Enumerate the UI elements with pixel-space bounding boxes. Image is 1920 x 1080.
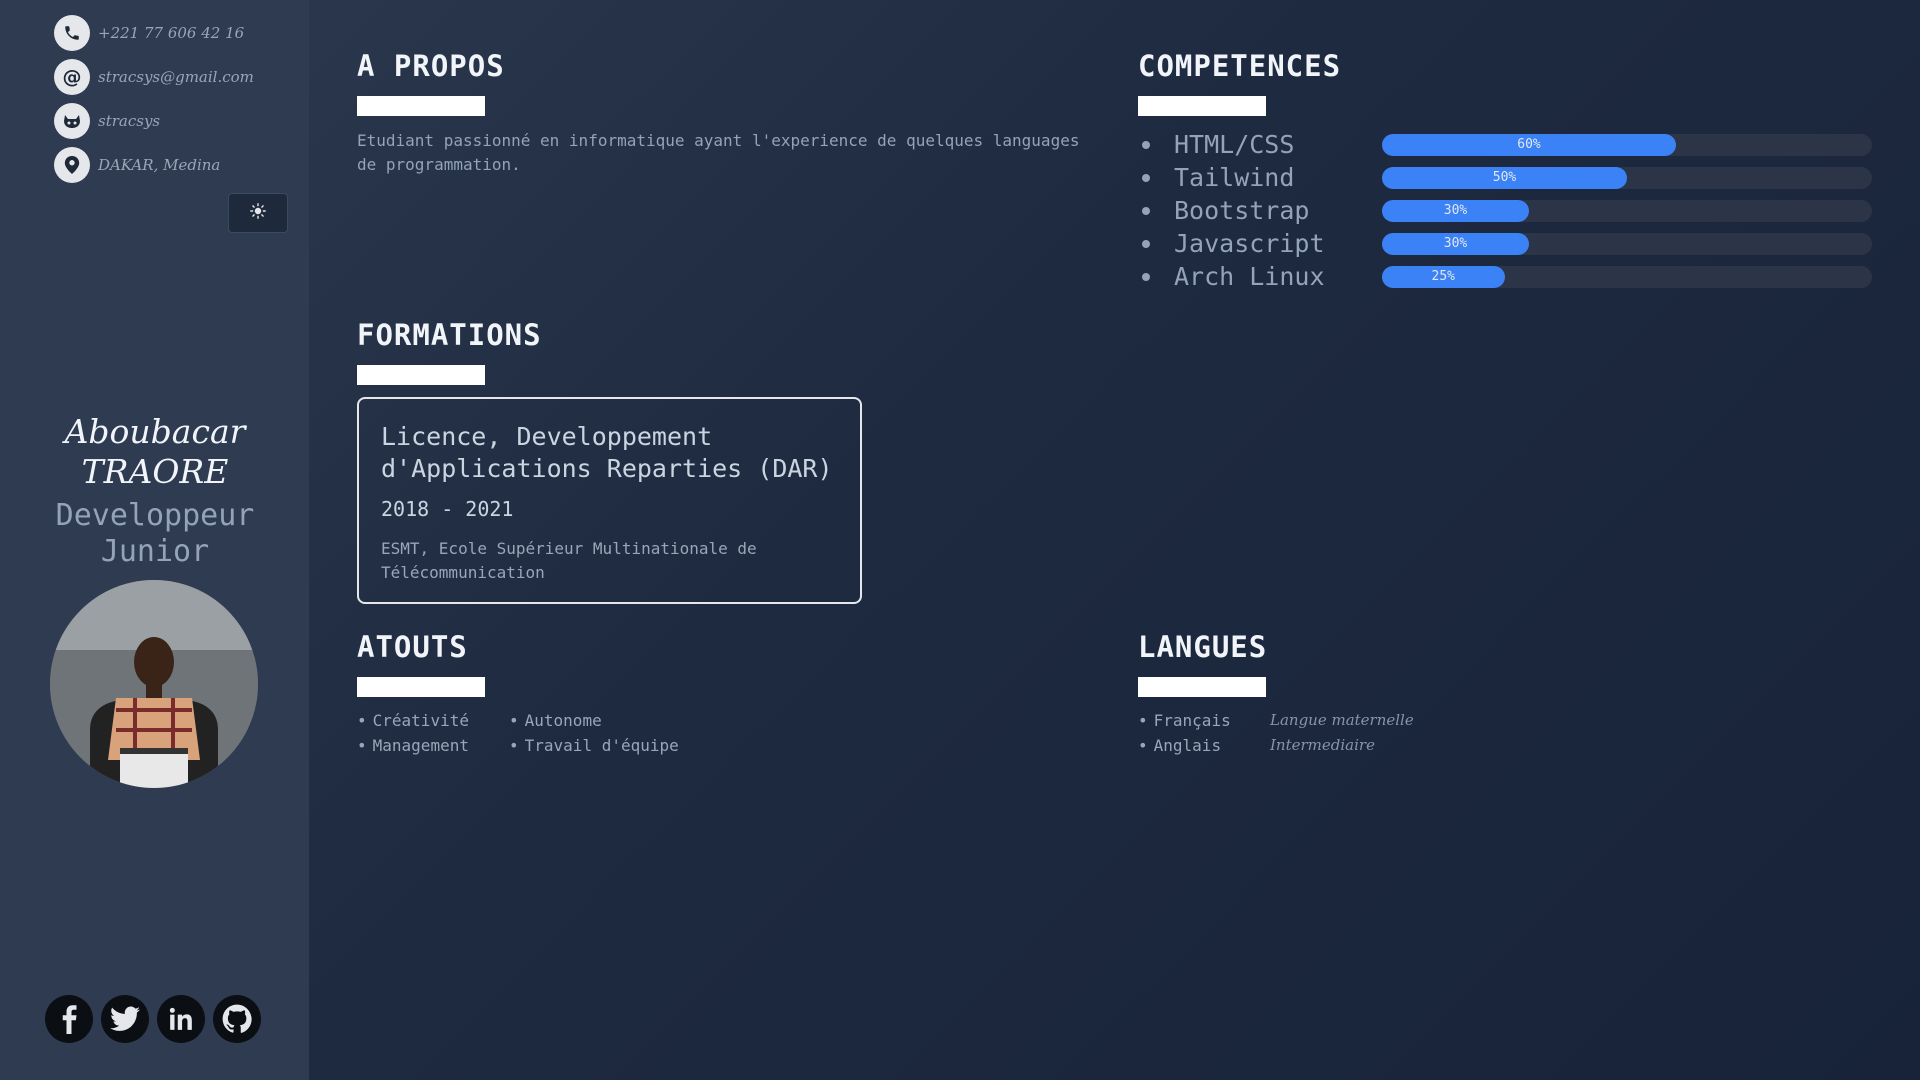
skill-name: Javascript [1174, 229, 1325, 258]
skill-progress-fill: 50% [1382, 166, 1627, 189]
bullet-icon [1142, 272, 1150, 281]
about-title: A PROPOS [357, 49, 505, 83]
langues-title-underline [1138, 677, 1266, 697]
location-text: DAKAR, Medina [98, 156, 221, 174]
list-item: Autonome [509, 708, 679, 733]
skill-row: Tailwind 50% [1138, 161, 1873, 194]
skill-name: Tailwind [1174, 163, 1295, 192]
about-title-underline [357, 96, 485, 116]
skill-progress-fill: 25% [1382, 265, 1505, 288]
at-icon: @ [54, 59, 90, 95]
formation-card: Licence, Developpement d'Applications Re… [357, 397, 862, 604]
language-level: Intermediaire [1270, 736, 1375, 754]
skill-name: Bootstrap [1174, 196, 1310, 225]
formations-title-underline [357, 365, 485, 385]
atouts-title: ATOUTS [357, 630, 468, 664]
skill-row: Javascript 30% [1138, 227, 1873, 260]
formation-degree: Licence, Developpement d'Applications Re… [381, 422, 833, 483]
location-pin-icon [54, 147, 90, 183]
language-name: Français [1138, 708, 1231, 733]
role-line2: Junior [100, 534, 210, 569]
phone-text: +221 77 606 42 16 [98, 24, 245, 42]
skill-name: HTML/CSS [1174, 130, 1295, 159]
bullet-icon [1142, 173, 1150, 182]
profile-role: Developpeur Junior [20, 498, 290, 570]
skill-progress-track: 25% [1382, 265, 1872, 288]
sun-icon [250, 203, 266, 223]
skill-row: Bootstrap 30% [1138, 194, 1873, 227]
theme-toggle-button[interactable] [228, 193, 288, 233]
skills-list: HTML/CSS 60% Tailwind 50% Bootstrap 30% Javasc… [1138, 128, 1873, 293]
skill-progress-track: 30% [1382, 232, 1872, 255]
bullet-icon [1142, 206, 1150, 215]
skill-progress-track: 50% [1382, 166, 1872, 189]
phone-icon [54, 15, 90, 51]
profile-name: Aboubacar TRAORE [20, 412, 290, 492]
avatar [50, 580, 258, 788]
atouts-title-underline [357, 677, 485, 697]
github-text: stracsys [98, 112, 161, 130]
github-icon[interactable] [213, 995, 261, 1043]
skill-row: HTML/CSS 60% [1138, 128, 1873, 161]
avatar-photo [50, 580, 258, 788]
list-item: Travail d'équipe [509, 733, 679, 758]
competences-title-underline [1138, 96, 1266, 116]
skill-row: Arch Linux 25% [1138, 260, 1873, 293]
social-links [45, 995, 261, 1043]
contact-phone[interactable]: +221 77 606 42 16 [54, 15, 284, 51]
twitter-icon[interactable] [101, 995, 149, 1043]
facebook-icon[interactable] [45, 995, 93, 1043]
skill-progress-track: 60% [1382, 133, 1872, 156]
email-text: stracsys@gmail.com [98, 68, 254, 86]
sidebar: +221 77 606 42 16 @ stracsys@gmail.com s… [0, 0, 309, 1080]
language-name: Anglais [1138, 733, 1231, 758]
github-cat-icon [54, 103, 90, 139]
role-line1: Developpeur [55, 498, 255, 533]
atouts-col2: Autonome Travail d'équipe [509, 708, 679, 758]
linkedin-icon[interactable] [157, 995, 205, 1043]
atouts-col1: Créativité Management [357, 708, 469, 758]
formation-years: 2018 - 2021 [381, 497, 514, 521]
skill-name: Arch Linux [1174, 262, 1325, 291]
skill-progress-fill: 30% [1382, 199, 1529, 222]
langues-list: Français Anglais [1138, 708, 1231, 758]
bullet-icon [1142, 239, 1150, 248]
about-text: Etudiant passionné en informatique ayant… [357, 131, 1080, 174]
list-item: Management [357, 733, 469, 758]
formations-title: FORMATIONS [357, 318, 542, 352]
skill-progress-fill: 60% [1382, 133, 1676, 156]
contact-github[interactable]: stracsys [54, 103, 284, 139]
bullet-icon [1142, 140, 1150, 149]
first-name: Aboubacar [64, 412, 246, 451]
language-level: Langue maternelle [1270, 711, 1414, 729]
competences-title: COMPETENCES [1138, 49, 1342, 83]
list-item: Créativité [357, 708, 469, 733]
formation-school: ESMT, Ecole Supérieur Multinationale de … [381, 539, 757, 582]
skill-progress-fill: 30% [1382, 232, 1529, 255]
contact-email[interactable]: @ stracsys@gmail.com [54, 59, 284, 95]
last-name: TRAORE [81, 452, 229, 491]
contact-location[interactable]: DAKAR, Medina [54, 147, 284, 183]
skill-progress-track: 30% [1382, 199, 1872, 222]
langues-title: LANGUES [1138, 630, 1268, 664]
